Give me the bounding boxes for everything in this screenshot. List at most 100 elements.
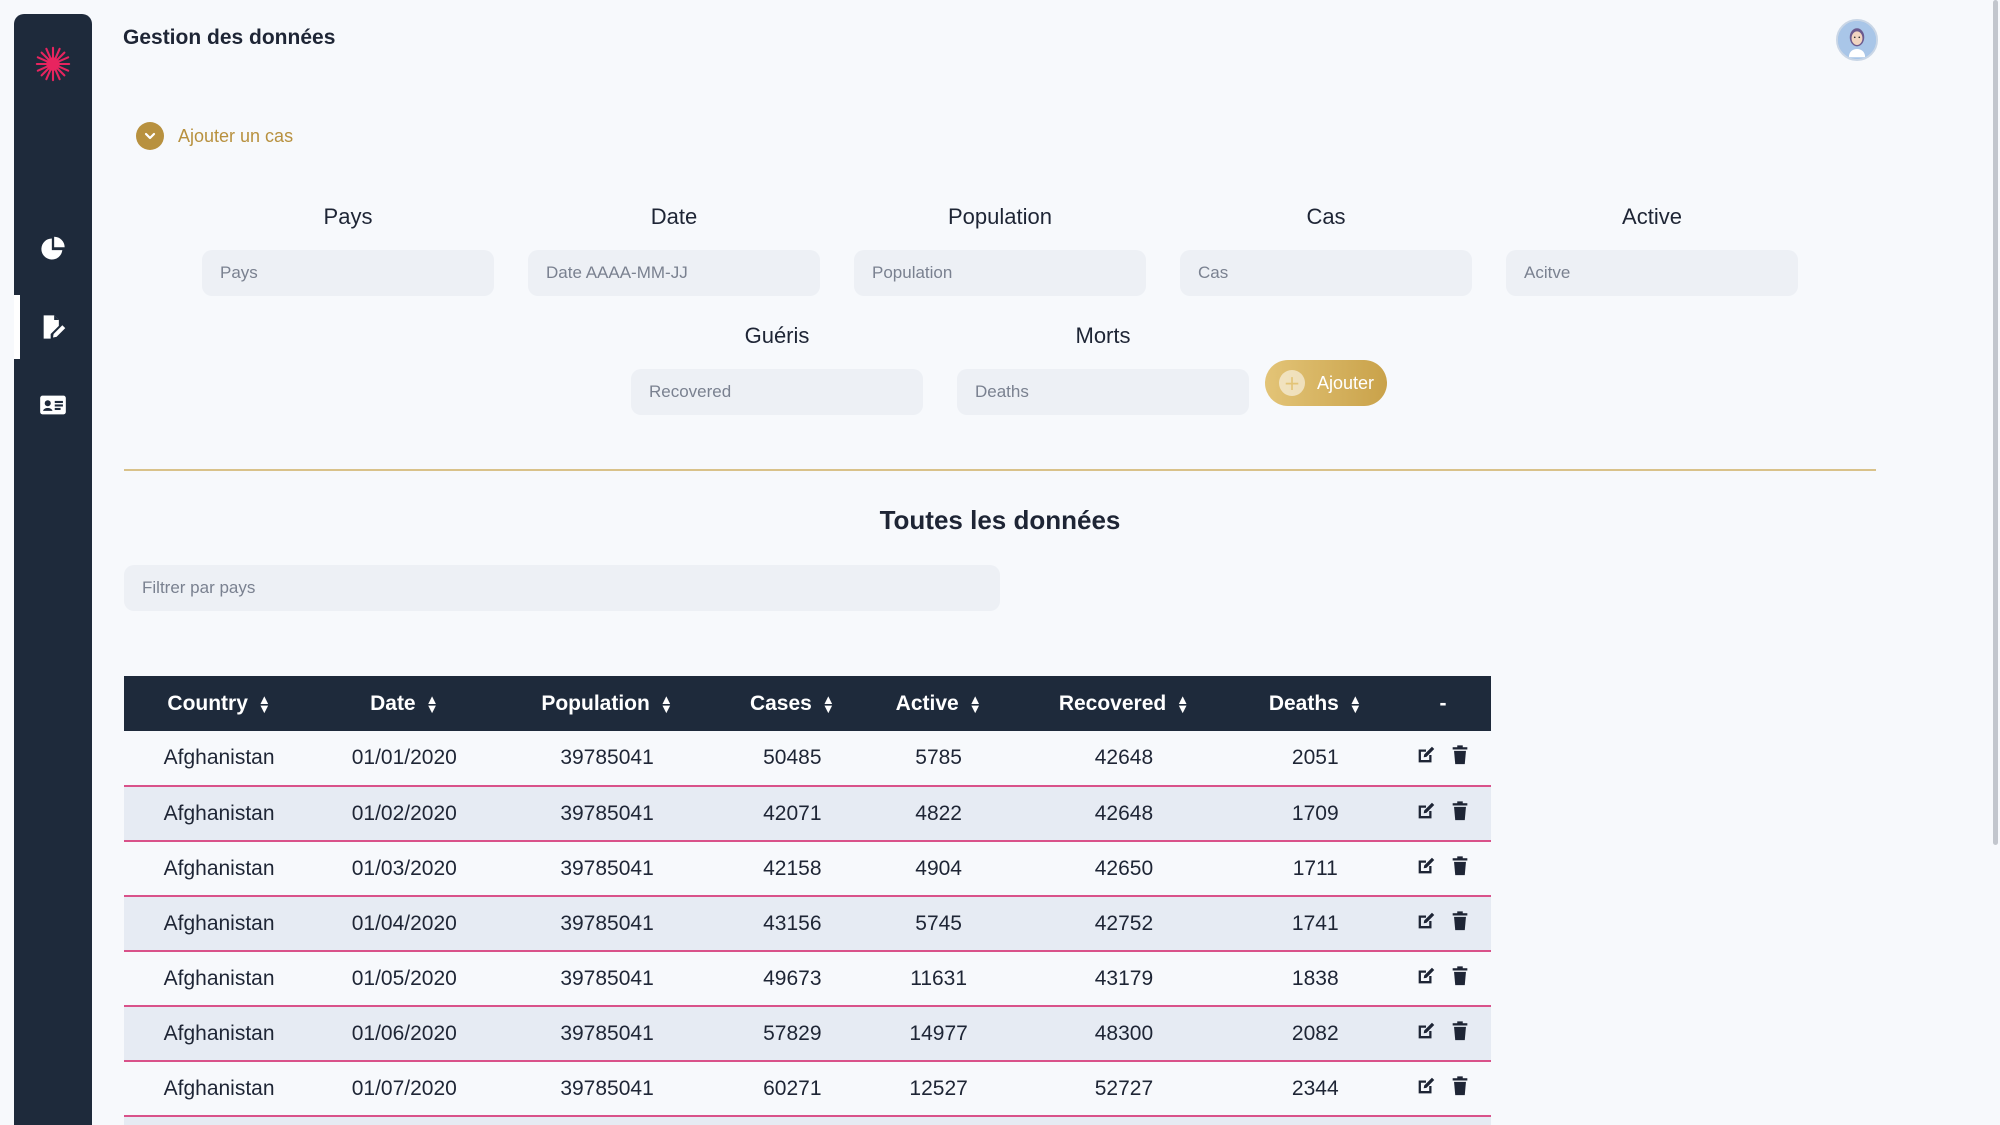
- file-edit-icon: [43, 315, 66, 339]
- chart-pie-icon: [41, 236, 65, 260]
- sort-icon: ▲ ▼: [968, 691, 982, 716]
- cell-deaths: 1838: [1235, 951, 1395, 1007]
- add-case-label: Ajouter un cas: [178, 125, 294, 146]
- country-filter-input[interactable]: [124, 565, 1000, 611]
- gueris-input[interactable]: [631, 369, 923, 415]
- trash-icon[interactable]: [1449, 744, 1471, 772]
- sidebar-item-profile[interactable]: [14, 373, 92, 437]
- active-label: Active: [1622, 204, 1682, 229]
- cell-population: 39785041: [494, 841, 720, 897]
- edit-icon[interactable]: [1415, 910, 1437, 938]
- cell-recovered: 48300: [1012, 1006, 1236, 1062]
- cell-recovered: 52727: [1012, 1061, 1236, 1117]
- chevron-down-icon: [136, 122, 164, 150]
- add-case-toggle[interactable]: Ajouter un cas: [136, 122, 293, 150]
- cell-cases: 57829: [719, 1006, 865, 1062]
- column-header-actions: -: [1394, 676, 1491, 731]
- cas-input[interactable]: [1180, 250, 1472, 296]
- cell-country: [124, 1116, 315, 1125]
- cell-recovered: [1012, 1116, 1236, 1125]
- trash-icon[interactable]: [1449, 855, 1471, 883]
- cell-cases: [719, 1116, 865, 1125]
- active-input[interactable]: [1506, 250, 1798, 296]
- avatar[interactable]: [1836, 19, 1878, 61]
- edit-icon[interactable]: [1415, 965, 1437, 993]
- sort-icon: ▲ ▼: [425, 691, 439, 716]
- sidebar-item-data[interactable]: [14, 295, 92, 359]
- column-header-country[interactable]: Country ▲ ▼: [124, 676, 315, 731]
- cell-cases: 50485: [719, 731, 865, 787]
- gueris-field-group: Guéris: [631, 323, 923, 415]
- trash-icon[interactable]: [1449, 965, 1471, 993]
- cell-deaths: 1711: [1235, 841, 1395, 897]
- id-card-icon: [40, 395, 66, 415]
- all-data-title: Toutes les données: [879, 505, 1121, 535]
- page-scrollbar[interactable]: [1993, 0, 1998, 845]
- cell-active: 4904: [864, 841, 1013, 897]
- cell-actions: [1394, 731, 1491, 787]
- sidebar: [14, 14, 92, 1125]
- sort-icon: ▲ ▼: [821, 691, 835, 716]
- morts-field-group: Morts: [957, 323, 1249, 415]
- cell-date: 01/05/2020: [314, 951, 495, 1007]
- cell-active: 12527: [864, 1061, 1013, 1117]
- cell-date: 01/02/2020: [314, 786, 495, 842]
- column-header-recovered[interactable]: Recovered ▲ ▼: [1012, 676, 1236, 731]
- table-row: Afghanistan 01/02/2020 39785041 42071 4822 42…: [124, 786, 1491, 842]
- data-table: Country ▲ ▼ Date ▲ ▼ Population ▲ ▼ Cases ▲ ▼ Ac…: [124, 676, 1491, 1125]
- pays-input[interactable]: [202, 250, 494, 296]
- cell-deaths: 1709: [1235, 786, 1395, 842]
- cell-recovered: 42648: [1012, 731, 1236, 787]
- cell-deaths: 2082: [1235, 1006, 1395, 1062]
- sidebar-item-dashboard[interactable]: [14, 217, 92, 281]
- cell-date: 01/07/2020: [314, 1061, 495, 1117]
- cell-actions: [1394, 1061, 1491, 1117]
- cell-recovered: 43179: [1012, 951, 1236, 1007]
- active-field-group: Active: [1506, 204, 1798, 296]
- cell-deaths: 2051: [1235, 731, 1395, 787]
- cell-date: 01/04/2020: [314, 896, 495, 952]
- column-header-active[interactable]: Active ▲ ▼: [864, 676, 1013, 731]
- sort-icon: ▲ ▼: [1348, 691, 1362, 716]
- edit-icon[interactable]: [1415, 800, 1437, 828]
- cell-population: 39785041: [494, 1006, 720, 1062]
- column-header-date[interactable]: Date ▲ ▼: [314, 676, 495, 731]
- cell-date: 01/01/2020: [314, 731, 495, 787]
- cell-population: [494, 1116, 720, 1125]
- cell-date: [314, 1116, 495, 1125]
- morts-label: Morts: [1075, 323, 1131, 348]
- cell-population: 39785041: [494, 1061, 720, 1117]
- table-row: Afghanistan 01/03/2020 39785041 42158 4904 42…: [124, 841, 1491, 897]
- trash-icon[interactable]: [1449, 800, 1471, 828]
- date-field-group: Date: [528, 204, 820, 296]
- edit-icon[interactable]: [1415, 1020, 1437, 1048]
- table-row: Afghanistan 01/07/2020 39785041 60271 12527 5…: [124, 1061, 1491, 1117]
- cell-deaths: [1235, 1116, 1395, 1125]
- cell-cases: 42158: [719, 841, 865, 897]
- data-table-container: Country ▲ ▼ Date ▲ ▼ Population ▲ ▼ Cases ▲ ▼ Ac…: [124, 676, 1491, 1125]
- trash-icon[interactable]: [1449, 1020, 1471, 1048]
- edit-icon[interactable]: [1415, 1075, 1437, 1103]
- cell-actions: [1394, 1006, 1491, 1062]
- cell-recovered: 42752: [1012, 896, 1236, 952]
- page-title: Gestion des données: [123, 26, 336, 49]
- column-header-deaths[interactable]: Deaths ▲ ▼: [1235, 676, 1395, 731]
- cell-cases: 42071: [719, 786, 865, 842]
- cas-field-group: Cas: [1180, 204, 1472, 296]
- trash-icon[interactable]: [1449, 910, 1471, 938]
- table-row: Afghanistan 01/01/2020 39785041 50485 5785 42…: [124, 731, 1491, 787]
- cell-active: 5745: [864, 896, 1013, 952]
- date-input[interactable]: [528, 250, 820, 296]
- table-row: [124, 1116, 1491, 1125]
- add-case-button[interactable]: + Ajouter: [1265, 360, 1387, 406]
- edit-icon[interactable]: [1415, 744, 1437, 772]
- population-input[interactable]: [854, 250, 1146, 296]
- column-header-cases[interactable]: Cases ▲ ▼: [719, 676, 865, 731]
- morts-input[interactable]: [957, 369, 1249, 415]
- population-field-group: Population: [854, 204, 1146, 296]
- trash-icon[interactable]: [1449, 1075, 1471, 1103]
- table-row: Afghanistan 01/04/2020 39785041 43156 5745 42…: [124, 896, 1491, 952]
- edit-icon[interactable]: [1415, 855, 1437, 883]
- column-header-population[interactable]: Population ▲ ▼: [494, 676, 720, 731]
- cell-country: Afghanistan: [124, 951, 315, 1007]
